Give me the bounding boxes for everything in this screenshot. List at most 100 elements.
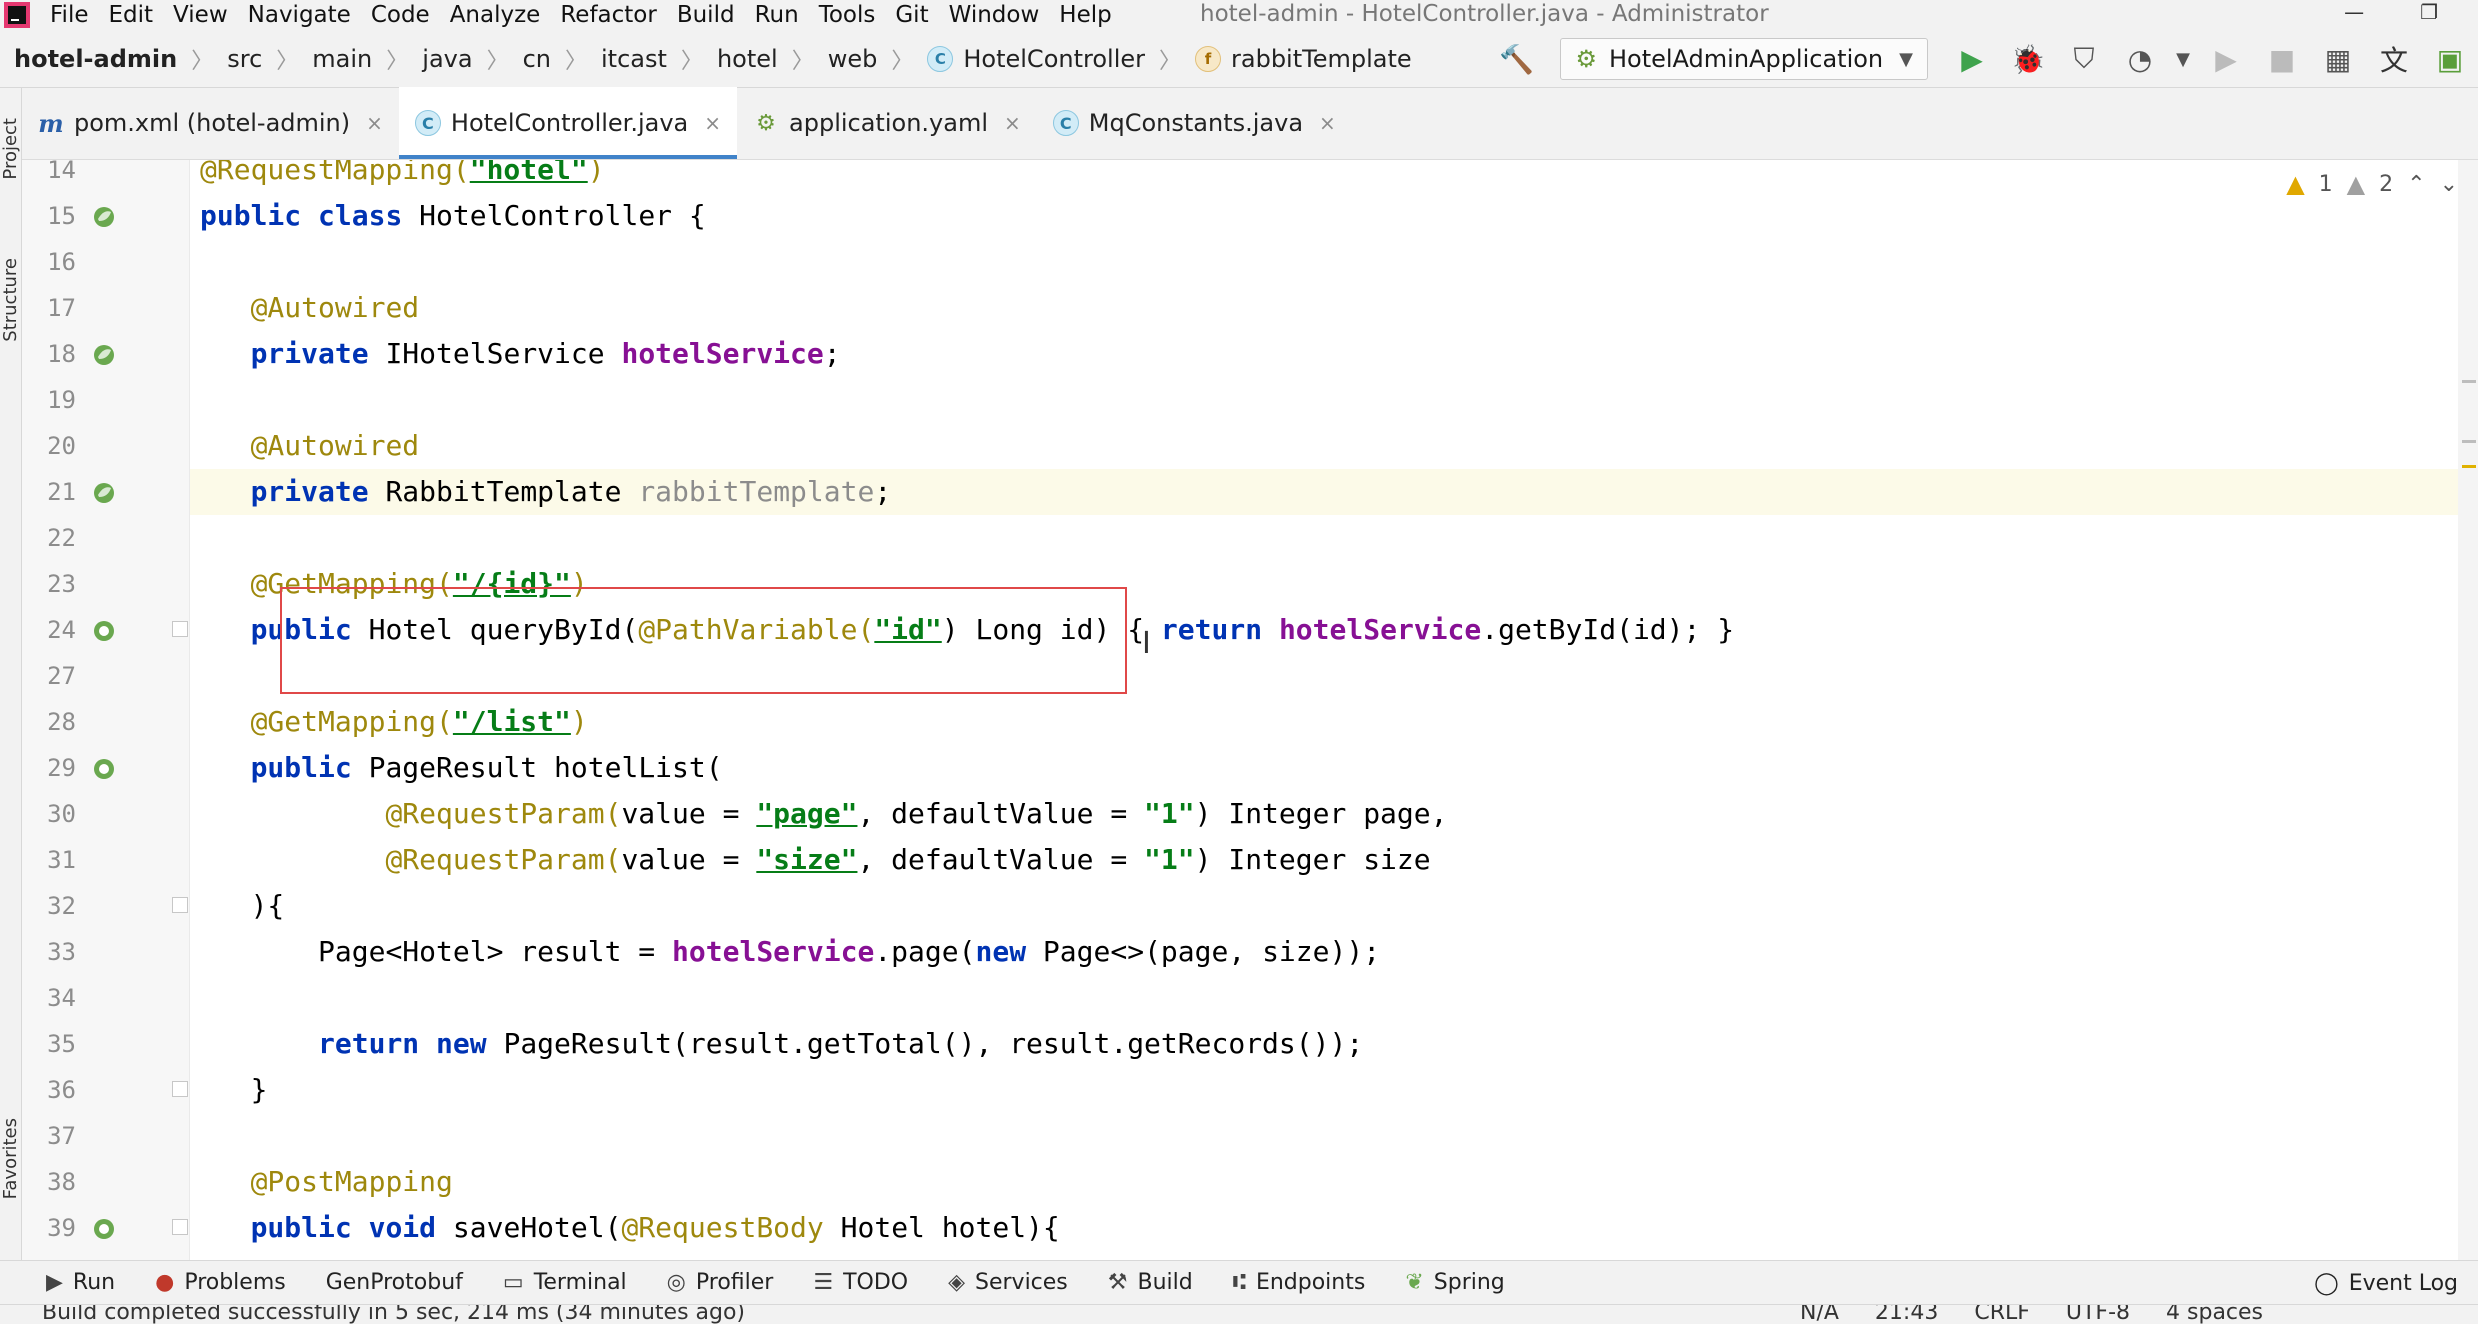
tab-hotel-controller[interactable]: C HotelController.java × [398,87,738,159]
code-line: @PostMapping [250,1165,453,1198]
restore-icon[interactable]: ❐ [2420,0,2438,24]
chevron-down-icon[interactable]: ▼ [2168,30,2198,88]
tab-pom-xml[interactable]: m pom.xml (hotel-admin) × [22,87,399,159]
build-hammer-icon: ⚒ [1107,1270,1128,1295]
close-icon[interactable]: × [1319,111,1336,135]
build-hammer-icon[interactable]: 🔨 [1488,30,1544,88]
menu-code[interactable]: Code [371,2,430,28]
breadcrumb-item-hotel[interactable]: hotel [717,45,778,73]
profile-icon[interactable]: ◔ [2112,30,2168,88]
structure-tool-button[interactable]: Structure [0,258,22,342]
fold-toggle-icon[interactable] [172,1219,188,1235]
breadcrumb-item-itcast[interactable]: itcast [601,45,667,73]
spring-bean-icon[interactable] [90,479,118,507]
inspection-widget[interactable]: ▲ 1 ▲ 2 ⌃ ⌄ [2286,170,2458,198]
breadcrumb-item-main[interactable]: main [312,45,372,73]
run-configuration-selector[interactable]: ⚙ HotelAdminApplication ▼ [1560,38,1928,80]
close-icon[interactable]: × [1004,111,1021,135]
genprotobuf-tool-button[interactable]: GenProtobuf [326,1270,463,1295]
spring-web-icon[interactable] [90,617,118,645]
breadcrumb-item-class[interactable]: C HotelController [927,45,1145,73]
build-tool-button[interactable]: ⚒ Build [1108,1270,1193,1295]
gutter-line: 17 [47,294,76,322]
gutter-line: 21 [22,469,190,515]
todo-tool-button[interactable]: ☰ TODO [813,1270,908,1295]
code-editor[interactable]: 14 15 16 17 18 19 20 21 22 23 24 27 28 2… [22,160,2478,1260]
stop-icon[interactable]: ■ [2254,30,2310,88]
status-message[interactable]: Build completed successfully in 5 sec, 2… [42,1305,745,1324]
debug-icon[interactable]: 🐞 [2000,30,2056,88]
profiler-tool-button[interactable]: ◎ Profiler [667,1270,774,1295]
menu-help[interactable]: Help [1059,2,1111,28]
status-line-separator[interactable]: CRLF [1974,1305,2030,1324]
menu-build[interactable]: Build [677,2,735,28]
run-icon: ▶ [46,1270,63,1295]
breadcrumb-item-src[interactable]: src [227,45,262,73]
terminal-tool-button[interactable]: ▭ Terminal [503,1270,627,1295]
menu-bar: File Edit View Navigate Code Analyze Ref… [0,0,2478,30]
menu-run[interactable]: Run [755,2,799,28]
menu-git[interactable]: Git [895,2,928,28]
tab-application-yaml[interactable]: ⚙ application.yaml × [737,87,1037,159]
status-encoding[interactable]: UTF-8 [2066,1305,2130,1324]
spring-tool-button[interactable]: ❦ Spring [1405,1270,1504,1295]
gutter-line: 32 [22,883,190,929]
run-icon[interactable]: ▶ [1944,30,2000,88]
menu-edit[interactable]: Edit [109,2,154,28]
close-icon[interactable]: × [366,111,383,135]
spring-bean-icon[interactable] [90,341,118,369]
menu-analyze[interactable]: Analyze [450,2,541,28]
breadcrumb-item-java[interactable]: java [422,45,472,73]
text-cursor-icon: I [1142,626,1151,661]
class-icon: C [1052,110,1079,136]
endpoints-tool-button[interactable]: ⑆ Endpoints [1233,1270,1366,1295]
spring-web-icon[interactable] [90,755,118,783]
minimize-icon[interactable]: — [2344,0,2364,24]
project-structure-icon[interactable]: ▦ [2310,30,2366,88]
code-area[interactable]: @RequestMapping("hotel") public class Ho… [190,160,2478,1260]
menu-view[interactable]: View [173,2,228,28]
favorites-tool-button[interactable]: Favorites [0,1118,22,1199]
gutter-line: 33 [47,938,76,966]
code-line: public void saveHotel(@RequestBody Hotel… [250,1211,1060,1244]
problems-tool-button[interactable]: ● Problems [155,1270,286,1295]
breadcrumb-item-field[interactable]: f rabbitTemplate [1195,45,1412,73]
editor-scrollbar[interactable] [2458,160,2478,1260]
menu-navigate[interactable]: Navigate [248,2,351,28]
translate-icon[interactable]: 文 [2366,30,2422,88]
code-line: @RequestParam(value = "page", defaultVal… [385,797,1448,830]
menu-file[interactable]: File [50,2,89,28]
chevron-up-icon[interactable]: ⌃ [2407,172,2425,197]
breadcrumb-item-project[interactable]: hotel-admin [14,45,177,73]
spring-web-icon[interactable] [90,1215,118,1243]
run-tool-button[interactable]: ▶ Run [46,1270,115,1295]
event-log-button[interactable]: ◯ Event Log [2314,1261,2458,1305]
menu-refactor[interactable]: Refactor [560,2,656,28]
status-git-branch[interactable]: N/A [1800,1305,1839,1324]
attach-debugger-icon[interactable]: ▶ [2198,30,2254,88]
project-tool-button[interactable]: Project [0,118,22,180]
yaml-icon: ⚙ [756,110,776,136]
window-controls: — ❐ [2344,0,2438,24]
breadcrumb-item-cn[interactable]: cn [523,45,551,73]
toolbar-extra-icon[interactable]: ▣ [2422,30,2478,88]
gutter-line: 30 [47,800,76,828]
fold-toggle-icon[interactable] [172,1081,188,1097]
services-tool-button[interactable]: ◈ Services [948,1270,1068,1295]
coverage-icon[interactable]: ⛉ [2056,30,2112,88]
status-caret-position[interactable]: 21:43 [1875,1305,1938,1324]
editor-gutter[interactable]: 14 15 16 17 18 19 20 21 22 23 24 27 28 2… [22,160,190,1260]
code-line: Page<Hotel> result = hotelService.page(n… [318,935,1381,968]
close-icon[interactable]: × [704,111,721,135]
fold-toggle-icon[interactable] [172,897,188,913]
spring-bean-icon[interactable] [90,203,118,231]
menu-tools[interactable]: Tools [819,2,876,28]
breadcrumb-item-web[interactable]: web [828,45,878,73]
status-indent[interactable]: 4 spaces [2166,1305,2263,1324]
tab-mq-constants[interactable]: C MqConstants.java × [1037,87,1352,159]
code-line: @Autowired [250,291,420,324]
menu-window[interactable]: Window [949,2,1040,28]
chevron-down-icon[interactable]: ⌄ [2440,172,2458,197]
code-line: @GetMapping("/list") [250,705,588,738]
fold-toggle-icon[interactable] [172,621,188,637]
